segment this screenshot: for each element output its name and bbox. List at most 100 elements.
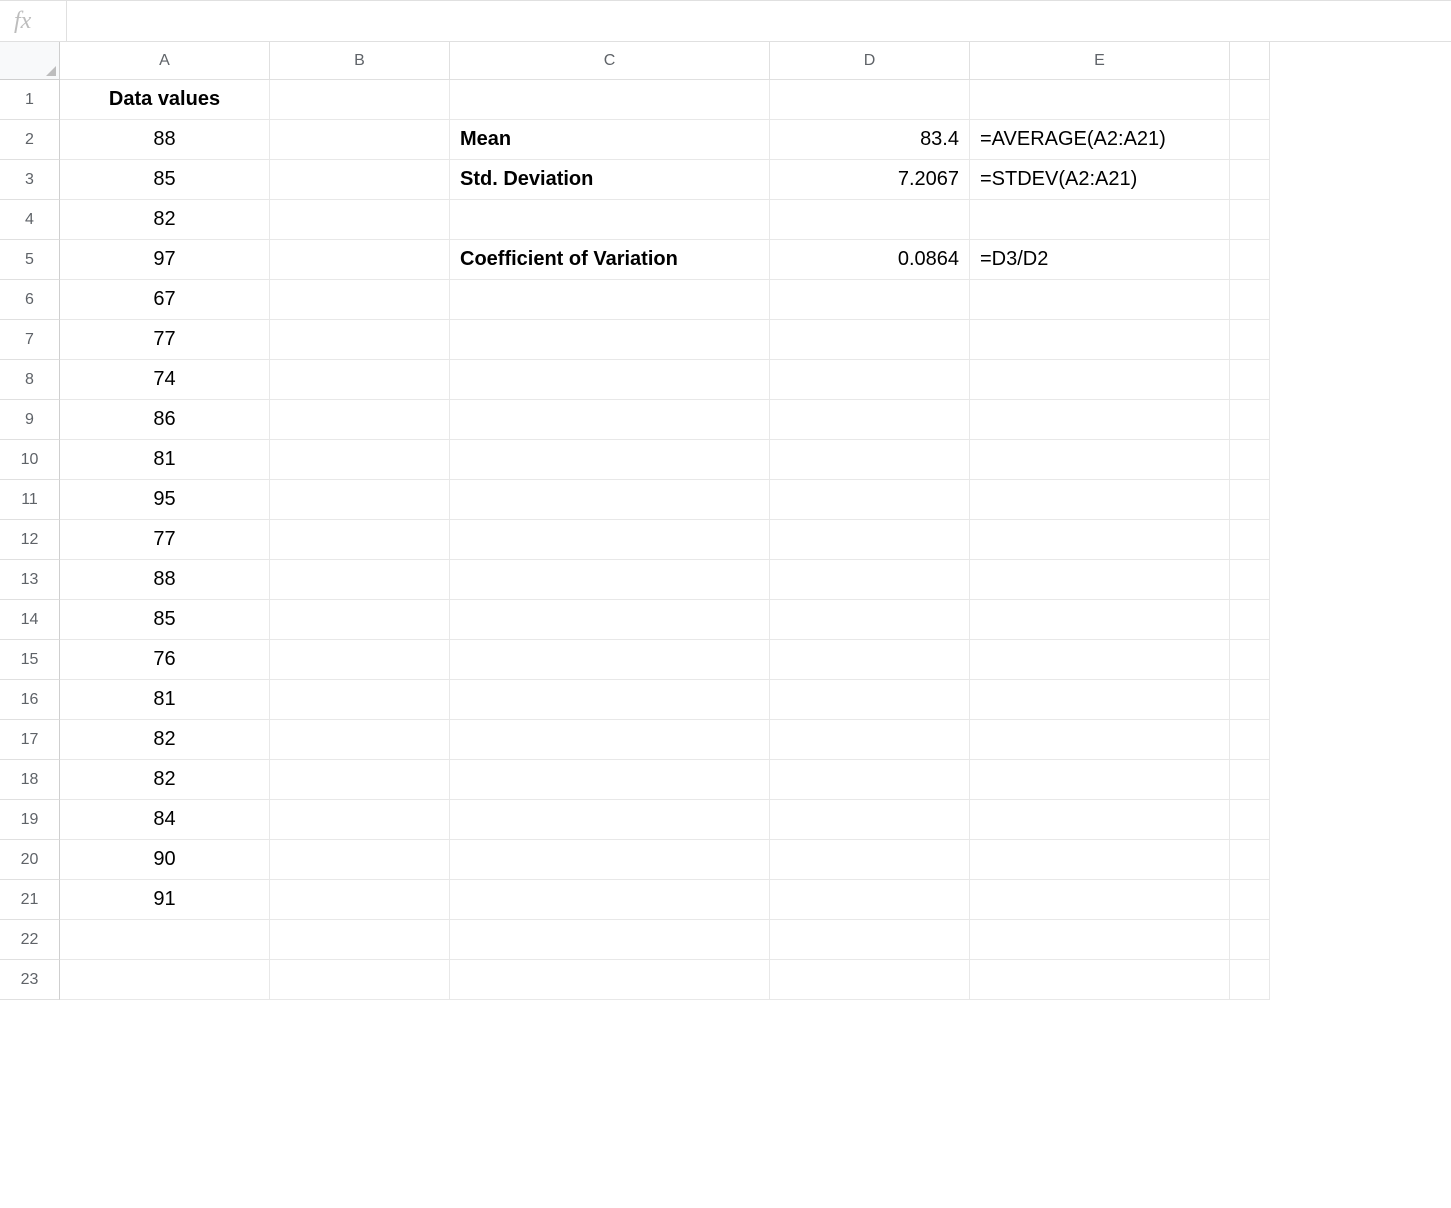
cell-D17[interactable] — [770, 720, 970, 760]
cell-B14[interactable] — [270, 600, 450, 640]
cell-A22[interactable] — [60, 920, 270, 960]
row-header-8[interactable]: 8 — [0, 360, 60, 400]
cell-D23[interactable] — [770, 960, 970, 1000]
cell-F4[interactable] — [1230, 200, 1270, 240]
cell-F8[interactable] — [1230, 360, 1270, 400]
cell-C18[interactable] — [450, 760, 770, 800]
cell-D8[interactable] — [770, 360, 970, 400]
cell-E18[interactable] — [970, 760, 1230, 800]
cell-A13[interactable]: 88 — [60, 560, 270, 600]
cell-C15[interactable] — [450, 640, 770, 680]
col-header-B[interactable]: B — [270, 42, 450, 80]
cell-E9[interactable] — [970, 400, 1230, 440]
cell-E3[interactable]: =STDEV(A2:A21) — [970, 160, 1230, 200]
cell-B1[interactable] — [270, 80, 450, 120]
cell-C2[interactable]: Mean — [450, 120, 770, 160]
cell-F10[interactable] — [1230, 440, 1270, 480]
cell-A6[interactable]: 67 — [60, 280, 270, 320]
cell-A3[interactable]: 85 — [60, 160, 270, 200]
cell-F2[interactable] — [1230, 120, 1270, 160]
cell-A5[interactable]: 97 — [60, 240, 270, 280]
row-header-5[interactable]: 5 — [0, 240, 60, 280]
cell-E10[interactable] — [970, 440, 1230, 480]
cell-C19[interactable] — [450, 800, 770, 840]
cell-F16[interactable] — [1230, 680, 1270, 720]
cell-D18[interactable] — [770, 760, 970, 800]
cell-F15[interactable] — [1230, 640, 1270, 680]
col-header-F[interactable] — [1230, 42, 1270, 80]
cell-A14[interactable]: 85 — [60, 600, 270, 640]
cell-F17[interactable] — [1230, 720, 1270, 760]
cell-B18[interactable] — [270, 760, 450, 800]
col-header-D[interactable]: D — [770, 42, 970, 80]
cell-B13[interactable] — [270, 560, 450, 600]
cell-E23[interactable] — [970, 960, 1230, 1000]
cell-D22[interactable] — [770, 920, 970, 960]
cell-E6[interactable] — [970, 280, 1230, 320]
cell-F1[interactable] — [1230, 80, 1270, 120]
cell-D13[interactable] — [770, 560, 970, 600]
row-header-3[interactable]: 3 — [0, 160, 60, 200]
cell-A23[interactable] — [60, 960, 270, 1000]
cell-B5[interactable] — [270, 240, 450, 280]
cell-C9[interactable] — [450, 400, 770, 440]
cell-B2[interactable] — [270, 120, 450, 160]
cell-D11[interactable] — [770, 480, 970, 520]
cell-A19[interactable]: 84 — [60, 800, 270, 840]
cell-E5[interactable]: =D3/D2 — [970, 240, 1230, 280]
cell-E12[interactable] — [970, 520, 1230, 560]
cell-A4[interactable]: 82 — [60, 200, 270, 240]
cell-F19[interactable] — [1230, 800, 1270, 840]
cell-E19[interactable] — [970, 800, 1230, 840]
cell-C6[interactable] — [450, 280, 770, 320]
cell-F14[interactable] — [1230, 600, 1270, 640]
cell-E13[interactable] — [970, 560, 1230, 600]
cell-F13[interactable] — [1230, 560, 1270, 600]
cell-E20[interactable] — [970, 840, 1230, 880]
cell-A21[interactable]: 91 — [60, 880, 270, 920]
col-header-C[interactable]: C — [450, 42, 770, 80]
cell-B9[interactable] — [270, 400, 450, 440]
cell-F5[interactable] — [1230, 240, 1270, 280]
cell-E1[interactable] — [970, 80, 1230, 120]
cell-A15[interactable]: 76 — [60, 640, 270, 680]
row-header-9[interactable]: 9 — [0, 400, 60, 440]
cell-A1[interactable]: Data values — [60, 80, 270, 120]
cell-C22[interactable] — [450, 920, 770, 960]
cell-D21[interactable] — [770, 880, 970, 920]
cell-F20[interactable] — [1230, 840, 1270, 880]
cell-E14[interactable] — [970, 600, 1230, 640]
cell-D1[interactable] — [770, 80, 970, 120]
row-header-1[interactable]: 1 — [0, 80, 60, 120]
cell-D15[interactable] — [770, 640, 970, 680]
cell-B15[interactable] — [270, 640, 450, 680]
cell-A9[interactable]: 86 — [60, 400, 270, 440]
cell-C23[interactable] — [450, 960, 770, 1000]
cell-F23[interactable] — [1230, 960, 1270, 1000]
cell-F9[interactable] — [1230, 400, 1270, 440]
cell-D9[interactable] — [770, 400, 970, 440]
cell-B23[interactable] — [270, 960, 450, 1000]
cell-E22[interactable] — [970, 920, 1230, 960]
cell-B17[interactable] — [270, 720, 450, 760]
cell-C13[interactable] — [450, 560, 770, 600]
cell-C10[interactable] — [450, 440, 770, 480]
cell-F6[interactable] — [1230, 280, 1270, 320]
cell-B21[interactable] — [270, 880, 450, 920]
cell-E4[interactable] — [970, 200, 1230, 240]
cell-C12[interactable] — [450, 520, 770, 560]
cell-A8[interactable]: 74 — [60, 360, 270, 400]
cell-D20[interactable] — [770, 840, 970, 880]
cell-C4[interactable] — [450, 200, 770, 240]
cell-B22[interactable] — [270, 920, 450, 960]
cell-A11[interactable]: 95 — [60, 480, 270, 520]
cell-C17[interactable] — [450, 720, 770, 760]
cell-C21[interactable] — [450, 880, 770, 920]
cell-E8[interactable] — [970, 360, 1230, 400]
cell-E7[interactable] — [970, 320, 1230, 360]
cell-D10[interactable] — [770, 440, 970, 480]
cell-A18[interactable]: 82 — [60, 760, 270, 800]
cell-C8[interactable] — [450, 360, 770, 400]
cell-C5[interactable]: Coefficient of Variation — [450, 240, 770, 280]
cell-D6[interactable] — [770, 280, 970, 320]
